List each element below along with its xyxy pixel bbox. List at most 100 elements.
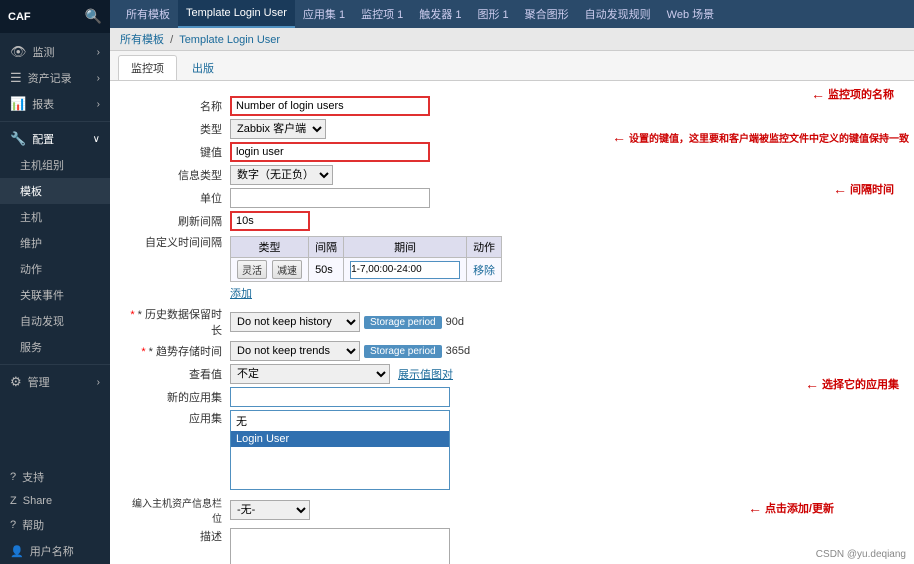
search-icon[interactable]: 🔍 xyxy=(85,8,102,25)
app-item-login-user[interactable]: Login User xyxy=(231,431,449,447)
topnav: 所有模板 Template Login User 应用集 1 监控项 1 触发器… xyxy=(110,0,914,28)
select-history[interactable]: Do not keep history xyxy=(230,312,360,332)
row-value-type: 信息类型 数字（无正负） xyxy=(125,165,899,185)
btn-history-storage[interactable]: Storage period xyxy=(364,316,442,329)
input-interval[interactable] xyxy=(230,211,310,231)
topnav-all-templates[interactable]: 所有模板 xyxy=(118,0,178,28)
sidebar-item-reports[interactable]: 📊 报表 › xyxy=(0,91,110,117)
row-app: 应用集 无 Login User xyxy=(125,410,899,490)
value-map-link[interactable]: 展示值图对 xyxy=(398,366,453,382)
sidebar-item-services[interactable]: 服务 xyxy=(0,334,110,360)
chevron-icon3: › xyxy=(97,99,100,110)
sidebar-item-hostgroups[interactable]: 主机组别 xyxy=(0,152,110,178)
label-trends: * 趋势存储时间 xyxy=(125,343,230,359)
row-trends: * 趋势存储时间 Do not keep trends Storage peri… xyxy=(125,341,899,361)
topnav-discovery[interactable]: 自动发现规则 xyxy=(577,0,659,28)
wrench-icon: 🔧 xyxy=(10,131,26,147)
breadcrumb-link-templates[interactable]: 所有模板 xyxy=(120,34,164,46)
topnav-monitoring-items[interactable]: 监控项 1 xyxy=(353,0,411,28)
breadcrumb: 所有模板 / Template Login User xyxy=(110,28,914,51)
form-area: ← 监控项的名称 ← 设置的键值，这里要和客户端被监控文件中定义的键值保持一致 … xyxy=(110,81,914,564)
help-icon: ? xyxy=(10,519,16,531)
app-item-none[interactable]: 无 xyxy=(231,411,449,431)
user-icon: 👤 xyxy=(10,545,24,558)
textarea-description[interactable] xyxy=(230,528,450,564)
sidebar-item-monitoring[interactable]: 👁 监测 › xyxy=(0,39,110,65)
ci-col-type: 类型 xyxy=(231,237,309,258)
topnav-triggers[interactable]: 触发器 1 xyxy=(411,0,469,28)
sidebar-item-config[interactable]: 🔧 配置 ∨ xyxy=(0,126,110,152)
ci-period-input[interactable] xyxy=(350,261,460,279)
chevron-icon: › xyxy=(97,47,100,58)
sidebar-bottom: ? 支持 Z Share ? 帮助 👤 用户名称 xyxy=(0,464,110,564)
label-custom-intervals: 自定义时间间隔 xyxy=(125,234,230,250)
divider2 xyxy=(0,364,110,365)
tabs: 监控项 出版 xyxy=(110,51,914,81)
sidebar-item-templates[interactable]: 模板 xyxy=(0,178,110,204)
tab-monitor-items[interactable]: 监控项 xyxy=(118,55,177,80)
input-units[interactable] xyxy=(230,188,430,208)
sidebar-item-assets[interactable]: ☰ 资产记录 › xyxy=(0,65,110,91)
breadcrumb-link-template[interactable]: Template Login User xyxy=(179,34,280,46)
sidebar-item-hosts[interactable]: 主机 xyxy=(0,204,110,230)
table-row: 灵活 减速 50s 移除 xyxy=(231,258,502,282)
watermark: CSDN @yu.deqiang xyxy=(816,549,906,560)
tab-publish[interactable]: 出版 xyxy=(179,55,227,80)
input-new-app[interactable] xyxy=(230,387,450,407)
label-type: 类型 xyxy=(125,121,230,137)
sidebar-item-maintenance[interactable]: 维护 xyxy=(0,230,110,256)
row-new-app: 新的应用集 xyxy=(125,387,899,407)
label-history: * 历史数据保留时长 xyxy=(125,306,230,338)
ci-cell-type: 灵活 减速 xyxy=(231,258,309,282)
question-icon: ? xyxy=(10,471,16,483)
ci-remove-link[interactable]: 移除 xyxy=(473,265,495,277)
label-new-app: 新的应用集 xyxy=(125,389,230,405)
ci-col-period: 期间 xyxy=(344,237,467,258)
sidebar-section-main: 👁 监测 › ☰ 资产记录 › 📊 报表 › 🔧 配置 ∨ 主机组别 模板 主机 xyxy=(0,33,110,401)
topnav-graphs[interactable]: 图形 1 xyxy=(469,0,516,28)
input-name[interactable] xyxy=(230,96,430,116)
topnav-appset[interactable]: 应用集 1 xyxy=(295,0,353,28)
topnav-template-login[interactable]: Template Login User xyxy=(178,0,295,28)
app-listbox[interactable]: 无 Login User xyxy=(230,410,450,490)
input-key[interactable] xyxy=(230,142,430,162)
sidebar-item-discovery[interactable]: 自动发现 xyxy=(0,308,110,334)
topnav-aggregate[interactable]: 聚合图形 xyxy=(517,0,577,28)
chart-icon: 📊 xyxy=(10,96,26,112)
ci-cell-interval: 50s xyxy=(309,258,344,282)
sidebar-bottom-user[interactable]: 👤 用户名称 xyxy=(0,538,110,564)
custom-intervals-table: 类型 间隔 期间 动作 灵活 减速 50s xyxy=(230,236,502,282)
topnav-web[interactable]: Web 场景 xyxy=(659,0,722,28)
sidebar: CAF 🔍 👁 监测 › ☰ 资产记录 › 📊 报表 › 🔧 配置 ∨ 主机组别 xyxy=(0,0,110,564)
label-value-map: 查看值 xyxy=(125,366,230,382)
sidebar-bottom-help[interactable]: ? 帮助 xyxy=(0,512,110,538)
sidebar-item-actions[interactable]: 动作 xyxy=(0,256,110,282)
select-trends[interactable]: Do not keep trends xyxy=(230,341,360,361)
btn-flexible[interactable]: 灵活 xyxy=(237,260,267,279)
ci-add-link[interactable]: 添加 xyxy=(230,288,252,300)
select-type[interactable]: Zabbix 客户端 xyxy=(230,119,326,139)
chevron-down-icon: ∨ xyxy=(93,134,100,145)
btn-trends-storage[interactable]: Storage period xyxy=(364,345,442,358)
sidebar-bottom-share[interactable]: Z Share xyxy=(0,490,110,512)
select-value-map[interactable]: 不定 xyxy=(230,364,390,384)
row-value-map: 查看值 不定 展示值图对 xyxy=(125,364,899,384)
custom-intervals-container: 类型 间隔 期间 动作 灵活 减速 50s xyxy=(230,234,502,301)
sidebar-bottom-support[interactable]: ? 支持 xyxy=(0,464,110,490)
sidebar-item-correlation[interactable]: 关联事件 xyxy=(0,282,110,308)
btn-slow[interactable]: 减速 xyxy=(272,260,302,279)
label-units: 单位 xyxy=(125,190,230,206)
select-value-type[interactable]: 数字（无正负） xyxy=(230,165,333,185)
select-host-inventory[interactable]: -无- xyxy=(230,500,310,520)
row-type: 类型 Zabbix 客户端 xyxy=(125,119,899,139)
row-custom-intervals: 自定义时间间隔 类型 间隔 期间 动作 灵活 xyxy=(125,234,899,301)
chevron-icon4: › xyxy=(97,377,100,388)
main-content: 所有模板 Template Login User 应用集 1 监控项 1 触发器… xyxy=(110,0,914,564)
row-name: 名称 xyxy=(125,96,899,116)
breadcrumb-sep: / xyxy=(170,34,173,46)
row-host-inventory: 编入主机资产信息栏位 -无- xyxy=(125,495,899,525)
ci-col-action: 动作 xyxy=(467,237,502,258)
sidebar-item-admin[interactable]: ⚙ 管理 › xyxy=(0,369,110,395)
label-name: 名称 xyxy=(125,98,230,114)
row-description: 描述 xyxy=(125,528,899,564)
